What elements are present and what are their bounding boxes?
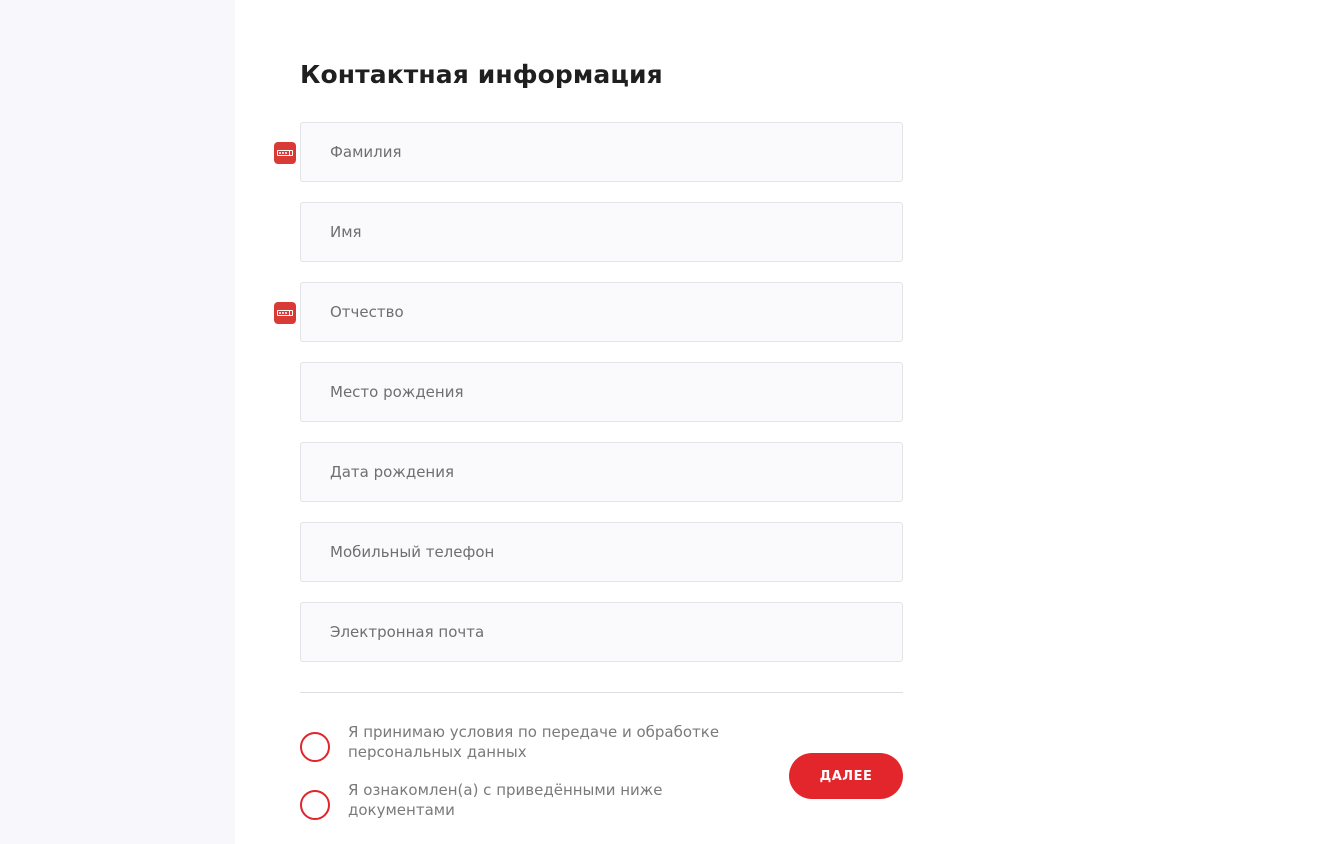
divider (300, 692, 903, 693)
last-name-input[interactable] (301, 123, 902, 181)
left-sidebar (0, 0, 235, 844)
birthdate-field[interactable] (300, 442, 903, 502)
password-manager-icon[interactable] (274, 302, 296, 324)
birthplace-input[interactable] (301, 363, 902, 421)
consent-personal-data-label: Я принимаю условия по передаче и обработ… (348, 723, 720, 761)
consent-documents-radio[interactable] (300, 790, 330, 820)
mobile-phone-field[interactable] (300, 522, 903, 582)
email-input[interactable] (301, 603, 902, 661)
next-button[interactable]: ДАЛЕЕ (789, 753, 903, 799)
first-name-field[interactable] (300, 202, 903, 262)
mobile-phone-input[interactable] (301, 523, 902, 581)
patronymic-field[interactable] (274, 282, 903, 342)
patronymic-input[interactable] (301, 283, 902, 341)
birthdate-input[interactable] (301, 443, 902, 501)
password-manager-icon[interactable] (274, 142, 296, 164)
first-name-input[interactable] (301, 203, 902, 261)
consent-personal-data-radio[interactable] (300, 732, 330, 762)
last-name-field[interactable] (274, 122, 903, 182)
birthplace-field[interactable] (300, 362, 903, 422)
email-field[interactable] (300, 602, 903, 662)
consent-documents-label: Я ознакомлен(а) с приведёнными ниже доку… (348, 781, 663, 819)
page-title: Контактная информация (300, 60, 663, 89)
